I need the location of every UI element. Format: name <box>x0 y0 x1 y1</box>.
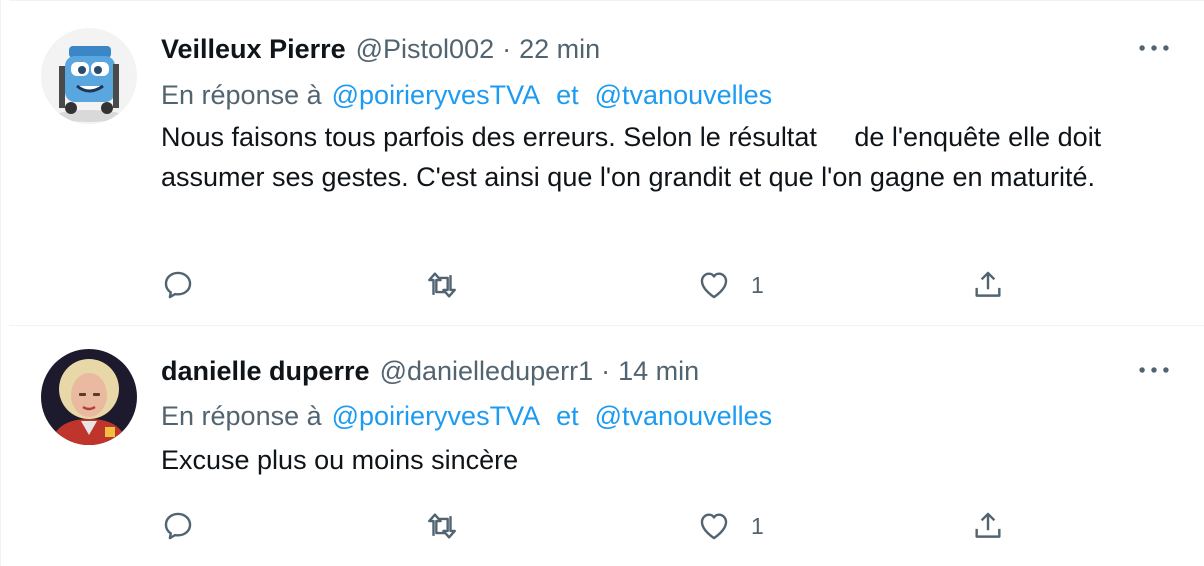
more-button[interactable] <box>1134 355 1174 385</box>
tweet-actions: 1 <box>161 506 1021 546</box>
reply-context: En réponse à @poirieryvesTVA et @tvanouv… <box>161 75 772 115</box>
reply-conjunction: et <box>556 79 579 110</box>
tweet[interactable]: danielle duperre @danielleduperr1 · 14 m… <box>9 326 1204 566</box>
reply-prefix: En réponse à <box>161 79 322 110</box>
retweet-button[interactable] <box>425 506 459 546</box>
reply-context: En réponse à @poirieryvesTVA et @tvanouv… <box>161 396 772 436</box>
more-horizontal-icon <box>1139 45 1169 51</box>
reply-conjunction: et <box>556 400 579 431</box>
tweet-text: Excuse plus ou moins sincère <box>161 445 519 475</box>
display-name[interactable]: Veilleux Pierre <box>161 34 346 65</box>
avatar[interactable] <box>41 28 137 124</box>
reply-icon <box>164 271 192 299</box>
user-handle[interactable]: @danielleduperr1 <box>380 356 594 387</box>
timeline: Veilleux Pierre @Pistol002 · 22 min En r… <box>0 0 1204 566</box>
tweet[interactable]: Veilleux Pierre @Pistol002 · 22 min En r… <box>9 0 1204 326</box>
avatar[interactable] <box>41 349 137 445</box>
tweet-header: danielle duperre @danielleduperr1 · 14 m… <box>161 351 1174 391</box>
reply-button[interactable] <box>161 265 195 305</box>
share-icon <box>975 512 1001 538</box>
tweet-text: Nous faisons tous parfois des erreurs. S… <box>161 122 1109 192</box>
mention-link[interactable]: @poirieryvesTVA <box>332 80 540 111</box>
share-button[interactable] <box>971 506 1005 546</box>
mention-link[interactable]: @tvanouvelles <box>595 80 773 111</box>
tweet-actions: 1 <box>161 265 1021 305</box>
share-icon <box>975 271 1001 297</box>
like-count: 1 <box>751 512 764 539</box>
cartoon-forklift-avatar-icon <box>41 28 137 124</box>
retweet-icon <box>428 272 456 298</box>
reply-button[interactable] <box>161 506 195 546</box>
mention-link[interactable]: @poirieryvesTVA <box>332 401 540 432</box>
timestamp[interactable]: 22 min <box>519 34 600 65</box>
heart-icon <box>700 272 728 299</box>
retweet-button[interactable] <box>425 265 459 305</box>
like-count: 1 <box>751 271 764 298</box>
display-name[interactable]: danielle duperre <box>161 356 370 387</box>
portrait-photo-avatar-icon <box>41 349 137 445</box>
share-button[interactable] <box>971 265 1005 305</box>
user-handle[interactable]: @Pistol002 <box>356 34 494 65</box>
separator: · <box>502 33 512 64</box>
timestamp[interactable]: 14 min <box>618 356 699 387</box>
more-horizontal-icon <box>1139 367 1169 373</box>
heart-icon <box>700 513 728 540</box>
tweet-header: Veilleux Pierre @Pistol002 · 22 min <box>161 29 1174 69</box>
mention-link[interactable]: @tvanouvelles <box>595 401 773 432</box>
reply-prefix: En réponse à <box>161 400 322 431</box>
like-button[interactable]: 1 <box>697 265 764 305</box>
more-button[interactable] <box>1134 33 1174 63</box>
separator: · <box>601 355 611 386</box>
retweet-icon <box>428 513 456 539</box>
like-button[interactable]: 1 <box>697 506 764 546</box>
reply-icon <box>164 512 192 540</box>
